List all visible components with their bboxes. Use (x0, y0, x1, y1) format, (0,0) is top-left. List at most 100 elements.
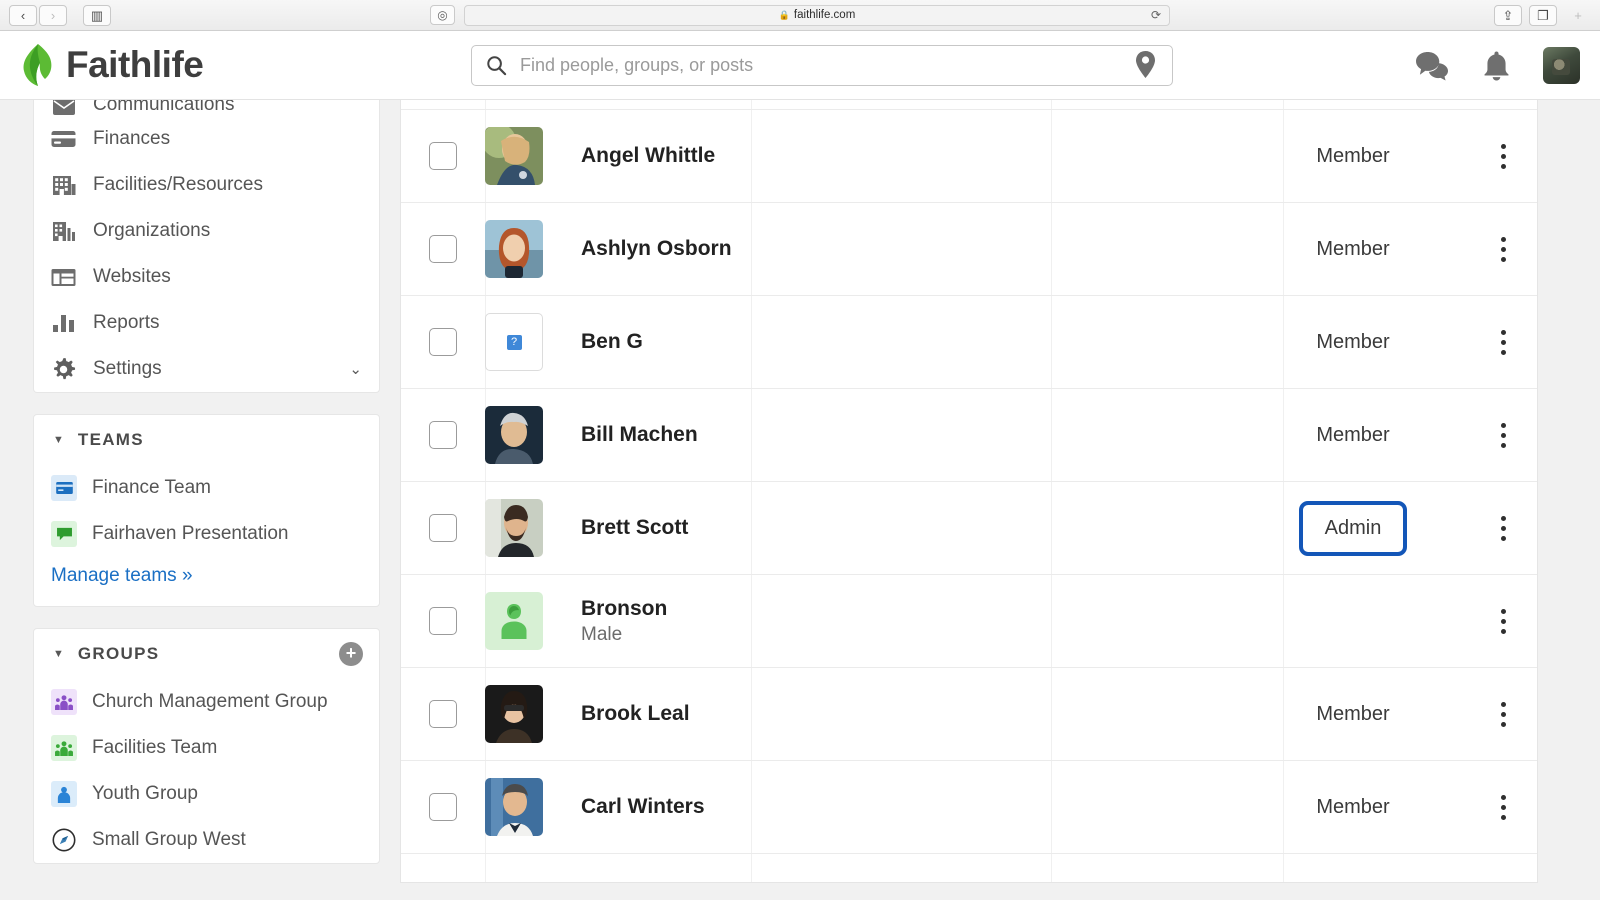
member-avatar-placeholder[interactable] (485, 592, 543, 650)
member-avatar[interactable] (485, 499, 543, 557)
table-row[interactable]: Bill Machen Member (401, 389, 1537, 482)
row-menu-cell (1469, 422, 1537, 448)
member-subtitle: Male (581, 623, 623, 645)
team-item-fairhaven-presentation[interactable]: Fairhaven Presentation (34, 511, 379, 557)
sidebar-item-label: Settings (93, 358, 162, 379)
table-row[interactable]: Angel Whittle Member (401, 110, 1537, 203)
person-icon (51, 781, 77, 807)
chat-bubbles-icon[interactable] (1415, 50, 1450, 81)
member-avatar[interactable] (485, 778, 543, 836)
sidebar-item-label: Organizations (93, 220, 211, 241)
reader-icon: ◎ (437, 8, 448, 22)
row-kebab-menu-icon[interactable] (1500, 794, 1506, 820)
bell-icon[interactable] (1483, 50, 1510, 81)
row-avatar-cell (485, 778, 581, 836)
sidebar-item-settings[interactable]: Settings ⌄ (34, 346, 379, 392)
role-box-highlight[interactable]: Admin (1298, 500, 1408, 556)
table-row-partial-top (401, 100, 1537, 110)
row-checkbox[interactable] (429, 235, 457, 263)
chevron-down-icon[interactable]: ⌄ (349, 360, 362, 378)
search-input[interactable] (520, 54, 1133, 76)
reload-icon[interactable]: ⟳ (1151, 8, 1161, 22)
row-kebab-menu-icon[interactable] (1500, 701, 1506, 727)
member-avatar-broken[interactable]: ? (485, 313, 543, 371)
url-text-wrap: 🔒 faithlife.com (779, 9, 856, 21)
sidebar-item-organizations[interactable]: Organizations (34, 208, 379, 254)
sidebar-nav-card: Communications Finances Facilities/Resou… (33, 100, 380, 393)
address-bar[interactable]: 🔒 faithlife.com ⟳ (464, 4, 1170, 26)
role-box: Member (1316, 331, 1389, 354)
row-role-cell: Member (1237, 796, 1469, 819)
group-item-small-group-west[interactable]: Small Group West (34, 817, 379, 863)
row-role-cell-highlighted[interactable]: Admin (1237, 500, 1469, 556)
group-item-label: Youth Group (92, 783, 198, 804)
sidebar-item-websites[interactable]: Websites (34, 254, 379, 300)
new-tab-button[interactable]: + (1564, 5, 1592, 26)
group-item-youth-group[interactable]: Youth Group (34, 771, 379, 817)
reader-view-button[interactable]: ◎ (430, 5, 455, 25)
forward-button[interactable]: › (39, 4, 67, 26)
table-row[interactable]: ? Ben G Member (401, 296, 1537, 389)
broken-image-icon: ? (506, 334, 522, 350)
sidebar-item-facilities-resources[interactable]: Facilities/Resources (34, 162, 379, 208)
role-box: Member (1316, 238, 1389, 261)
row-checkbox[interactable] (429, 700, 457, 728)
row-kebab-menu-icon[interactable] (1500, 236, 1506, 262)
global-search[interactable] (471, 44, 1173, 86)
caret-down-icon[interactable]: ▼ (53, 434, 64, 446)
avatar[interactable] (1543, 46, 1580, 84)
sidebar-item-finances[interactable]: Finances (34, 116, 379, 162)
sidebar-item-label: Finances (93, 128, 171, 149)
row-checkbox[interactable] (429, 793, 457, 821)
row-checkbox[interactable] (429, 514, 457, 542)
table-row[interactable]: Brett Scott Admin (401, 482, 1537, 575)
row-kebab-menu-icon[interactable] (1500, 329, 1506, 355)
share-button[interactable]: ⇪ (1494, 4, 1522, 26)
teams-title: TEAMS (77, 430, 144, 449)
sidebar-item-label: Communications (93, 100, 235, 115)
group-item-church-management-group[interactable]: Church Management Group (34, 679, 379, 725)
row-avatar-cell (485, 406, 581, 464)
groups-section-header[interactable]: ▼ GROUPS + (34, 629, 379, 679)
member-avatar[interactable] (485, 127, 543, 185)
row-checkbox[interactable] (429, 607, 457, 635)
team-item-finance-team[interactable]: Finance Team (34, 465, 379, 511)
add-group-button[interactable]: + (339, 642, 363, 666)
brand-name: Faithlife (66, 44, 204, 85)
member-avatar[interactable] (485, 406, 543, 464)
row-avatar-cell: ? (485, 313, 581, 371)
row-avatar-cell (485, 592, 581, 650)
row-kebab-menu-icon[interactable] (1500, 515, 1506, 541)
flame-leaf-icon (23, 44, 52, 86)
group-item-facilities-team[interactable]: Facilities Team (34, 725, 379, 771)
row-checkbox[interactable] (429, 142, 457, 170)
row-checkbox[interactable] (429, 328, 457, 356)
table-row[interactable]: Ashlyn Osborn Member (401, 203, 1537, 296)
row-name-cell: Angel Whittle (581, 144, 1237, 168)
sidebar-item-reports[interactable]: Reports (34, 300, 379, 346)
row-kebab-menu-icon[interactable] (1500, 143, 1506, 169)
member-role: Member (1316, 330, 1390, 353)
caret-down-icon[interactable]: ▼ (53, 648, 64, 660)
sidebar-toggle-button[interactable]: ▥ (83, 4, 111, 26)
table-row[interactable]: Brook Leal Member (401, 668, 1537, 761)
member-avatar[interactable] (485, 685, 543, 743)
back-button[interactable]: ‹ (9, 4, 37, 26)
member-role: Member (1316, 237, 1390, 260)
manage-teams-link[interactable]: Manage teams » (34, 557, 379, 606)
sidebar-item-communications[interactable]: Communications (34, 100, 379, 116)
member-avatar[interactable] (485, 220, 543, 278)
row-kebab-menu-icon[interactable] (1500, 422, 1506, 448)
row-checkbox[interactable] (429, 421, 457, 449)
table-row[interactable]: Bronson Male (401, 575, 1537, 668)
row-kebab-menu-icon[interactable] (1500, 608, 1506, 634)
brand-logo[interactable]: Faithlife (18, 42, 204, 88)
row-menu-cell (1469, 515, 1537, 541)
sidebar-icon: ▥ (90, 7, 104, 23)
table-row[interactable]: Carl Winters Member (401, 761, 1537, 854)
row-checkbox-cell (401, 142, 485, 170)
tab-overview-button[interactable]: ❐ (1529, 4, 1557, 26)
location-pin-icon[interactable] (1133, 50, 1158, 80)
teams-section-header[interactable]: ▼ TEAMS (34, 415, 379, 465)
member-name: Ben G (581, 330, 643, 353)
